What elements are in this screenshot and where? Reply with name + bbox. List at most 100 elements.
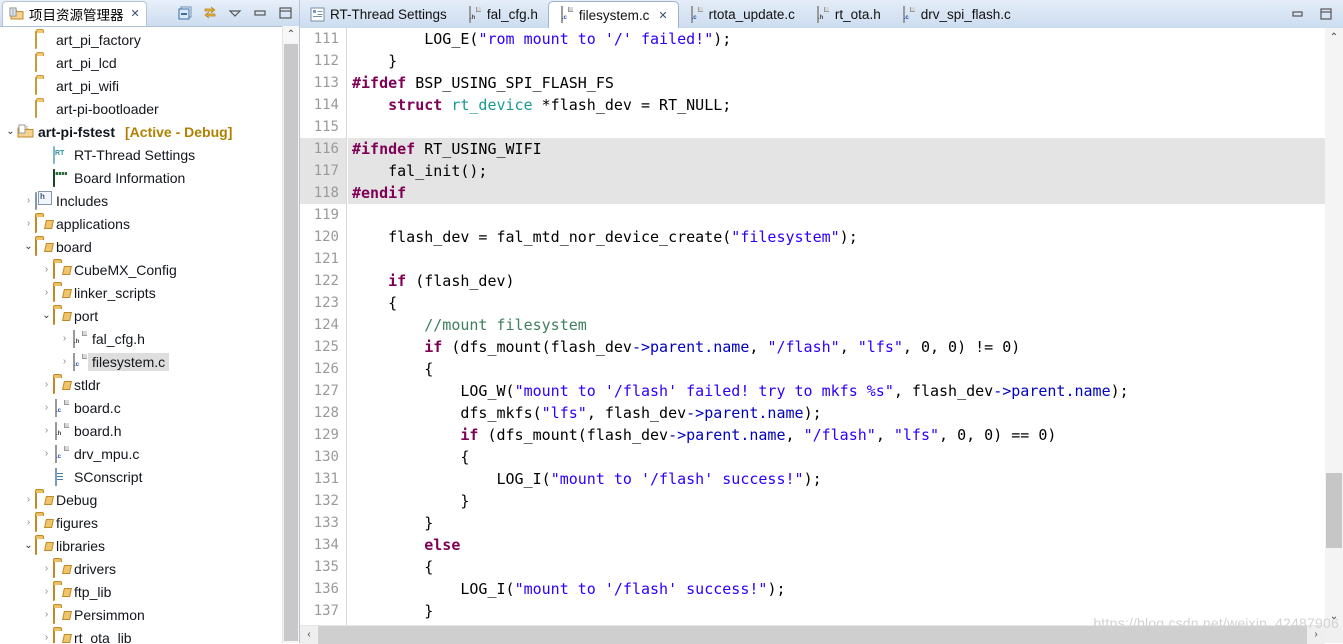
minimize-icon[interactable] bbox=[252, 5, 268, 21]
scroll-up-icon[interactable]: ⌃ bbox=[283, 26, 299, 43]
tree-item-drv-mpu-c[interactable]: › .c drv_mpu.c bbox=[0, 442, 282, 465]
editor-tab-rt-ota-h[interactable]: .h rt_ota.h bbox=[805, 1, 891, 28]
tree-item-cubemx-config[interactable]: › CubeMX_Config bbox=[0, 258, 282, 281]
maximize-icon[interactable] bbox=[277, 5, 293, 21]
code-line[interactable]: flash_dev = fal_mtd_nor_device_create("f… bbox=[348, 226, 1325, 248]
code-viewport[interactable]: 111 112 113 114 115 116 117 118 119 120 121 122 123 1… bbox=[300, 28, 1325, 625]
chevron-down-icon[interactable]: ⌄ bbox=[22, 241, 35, 252]
tree-item-debug[interactable]: › Debug bbox=[0, 488, 282, 511]
code-line[interactable]: else bbox=[348, 534, 1325, 556]
collapse-all-icon[interactable] bbox=[177, 5, 193, 21]
tree-item-libraries[interactable]: ⌄ libraries bbox=[0, 534, 282, 557]
source-code[interactable]: LOG_E("rom mount to '/' failed!"); } #ifd… bbox=[348, 28, 1325, 625]
code-line[interactable]: if (dfs_mount(flash_dev->parent.name, "/… bbox=[348, 336, 1325, 358]
code-line[interactable] bbox=[348, 116, 1325, 138]
editor-tab-rt-thread-settings[interactable]: RT-Thread Settings bbox=[300, 1, 457, 28]
tree-item-port[interactable]: ⌄ port bbox=[0, 304, 282, 327]
editor-tabbar[interactable]: RT-Thread Settings .h fal_cfg.h .c filesyste… bbox=[300, 0, 1343, 29]
code-line[interactable]: #ifdef BSP_USING_SPI_FLASH_FS bbox=[348, 72, 1325, 94]
tree-item-rt-thread-settings[interactable]: RT-Thread Settings bbox=[0, 143, 282, 166]
chevron-down-icon[interactable]: ⌄ bbox=[4, 126, 17, 137]
editor-tab-filesystem-c[interactable]: .c filesystem.c ✕ bbox=[547, 1, 679, 29]
tree-item-board-c[interactable]: › .c board.c bbox=[0, 396, 282, 419]
chevron-down-icon[interactable]: ⌄ bbox=[22, 540, 35, 551]
scroll-right-icon[interactable]: › bbox=[1307, 625, 1325, 644]
minimize-icon[interactable] bbox=[1291, 7, 1305, 24]
chevron-right-icon[interactable]: › bbox=[40, 586, 53, 597]
code-line[interactable]: LOG_I("mount to '/flash' success!"); bbox=[348, 578, 1325, 600]
code-line[interactable]: LOG_W("mount to '/flash' failed! try to … bbox=[348, 380, 1325, 402]
tree-item-stldr[interactable]: › stldr bbox=[0, 373, 282, 396]
code-line[interactable] bbox=[348, 204, 1325, 226]
code-line[interactable]: } bbox=[348, 512, 1325, 534]
code-line[interactable]: { bbox=[348, 556, 1325, 578]
scroll-down-icon[interactable]: ⌄ bbox=[1325, 607, 1343, 625]
code-line[interactable]: #endif bbox=[348, 182, 1325, 204]
chevron-right-icon[interactable]: › bbox=[22, 517, 35, 528]
code-line[interactable]: { bbox=[348, 446, 1325, 468]
code-line[interactable]: } bbox=[348, 50, 1325, 72]
tree-item-ftp-lib[interactable]: › ftp_lib bbox=[0, 580, 282, 603]
code-line[interactable]: //mount filesystem bbox=[348, 314, 1325, 336]
tree-item-art-pi-fstest[interactable]: ⌄ c art-pi-fstest [Active - Debug] bbox=[0, 120, 282, 143]
code-line[interactable]: if (flash_dev) bbox=[348, 270, 1325, 292]
chevron-right-icon[interactable]: › bbox=[22, 218, 35, 229]
tree-item-board-information[interactable]: Board Information bbox=[0, 166, 282, 189]
editor-vertical-scrollbar[interactable]: ⌃ ⌄ bbox=[1325, 28, 1343, 625]
scroll-left-icon[interactable]: ‹ bbox=[300, 625, 318, 644]
chevron-right-icon[interactable]: › bbox=[22, 494, 35, 505]
code-line[interactable]: dfs_mkfs("lfs", flash_dev->parent.name); bbox=[348, 402, 1325, 424]
tree-item-drivers[interactable]: › drivers bbox=[0, 557, 282, 580]
chevron-right-icon[interactable]: › bbox=[58, 333, 71, 344]
link-with-editor-icon[interactable] bbox=[202, 5, 218, 21]
tree-item-applications[interactable]: › applications bbox=[0, 212, 282, 235]
tree-item-sconscript[interactable]: SConscript bbox=[0, 465, 282, 488]
tree-item-board[interactable]: ⌄ board bbox=[0, 235, 282, 258]
chevron-right-icon[interactable]: › bbox=[40, 632, 53, 643]
tree-item-art-pi-bootloader[interactable]: art-pi-bootloader bbox=[0, 97, 282, 120]
code-line[interactable]: #ifndef RT_USING_WIFI bbox=[348, 138, 1325, 160]
code-line[interactable]: if (dfs_mount(flash_dev->parent.name, "/… bbox=[348, 424, 1325, 446]
editor-tab-rtota-update-c[interactable]: .c rtota_update.c bbox=[679, 1, 805, 28]
code-line[interactable]: fal_init(); bbox=[348, 160, 1325, 182]
tree-item-art-pi-wifi[interactable]: art_pi_wifi bbox=[0, 74, 282, 97]
editor-tab-fal-cfg-h[interactable]: .h fal_cfg.h bbox=[457, 1, 548, 28]
code-line[interactable]: LOG_I("mount to '/flash' success!"); bbox=[348, 468, 1325, 490]
maximize-icon[interactable] bbox=[1319, 7, 1333, 24]
close-icon[interactable]: ✕ bbox=[658, 9, 667, 22]
chevron-right-icon[interactable]: › bbox=[40, 287, 53, 298]
tree-item-includes[interactable]: › Includes bbox=[0, 189, 282, 212]
chevron-right-icon[interactable]: › bbox=[40, 448, 53, 459]
scrollbar-thumb[interactable] bbox=[1326, 473, 1342, 548]
tree-item-figures[interactable]: › figures bbox=[0, 511, 282, 534]
close-icon[interactable]: ✕ bbox=[131, 7, 140, 20]
tree-item-board-h[interactable]: › .h board.h bbox=[0, 419, 282, 442]
chevron-right-icon[interactable]: › bbox=[40, 563, 53, 574]
scroll-up-icon[interactable]: ⌃ bbox=[1325, 28, 1343, 46]
tree-item-art-pi-factory[interactable]: art_pi_factory bbox=[0, 28, 282, 51]
tree-item-rt-ota-lib[interactable]: › rt_ota_lib bbox=[0, 626, 282, 643]
chevron-right-icon[interactable]: › bbox=[40, 609, 53, 620]
explorer-vertical-scrollbar[interactable]: ⌃ bbox=[282, 26, 299, 643]
tree-item-filesystem-c[interactable]: › .c filesystem.c bbox=[0, 350, 282, 373]
chevron-right-icon[interactable]: › bbox=[40, 425, 53, 436]
chevron-down-icon[interactable]: ⌄ bbox=[40, 310, 53, 321]
editor-horizontal-scrollbar[interactable]: ‹ › bbox=[300, 625, 1325, 644]
tree-item-linker-scripts[interactable]: › linker_scripts bbox=[0, 281, 282, 304]
code-line[interactable]: struct rt_device *flash_dev = RT_NULL; bbox=[348, 94, 1325, 116]
code-line[interactable]: LOG_E("rom mount to '/' failed!"); bbox=[348, 28, 1325, 50]
scrollbar-track[interactable] bbox=[318, 625, 1307, 644]
scrollbar-thumb[interactable] bbox=[284, 44, 298, 641]
tree-item-fal-cfg-h[interactable]: › .h fal_cfg.h bbox=[0, 327, 282, 350]
chevron-right-icon[interactable]: › bbox=[58, 356, 71, 367]
code-line[interactable]: } bbox=[348, 490, 1325, 512]
code-line[interactable] bbox=[348, 248, 1325, 270]
chevron-right-icon[interactable]: › bbox=[40, 264, 53, 275]
code-line[interactable]: { bbox=[348, 292, 1325, 314]
tree-item-art-pi-lcd[interactable]: art_pi_lcd bbox=[0, 51, 282, 74]
project-tree[interactable]: art_pi_factory art_pi_lcd art_pi_wifi art-p… bbox=[0, 26, 282, 643]
chevron-right-icon[interactable]: › bbox=[22, 195, 35, 206]
code-line[interactable]: } bbox=[348, 600, 1325, 622]
project-explorer-tab[interactable]: 项目资源管理器 ✕ bbox=[2, 0, 147, 26]
tree-item-persimmon[interactable]: › Persimmon bbox=[0, 603, 282, 626]
